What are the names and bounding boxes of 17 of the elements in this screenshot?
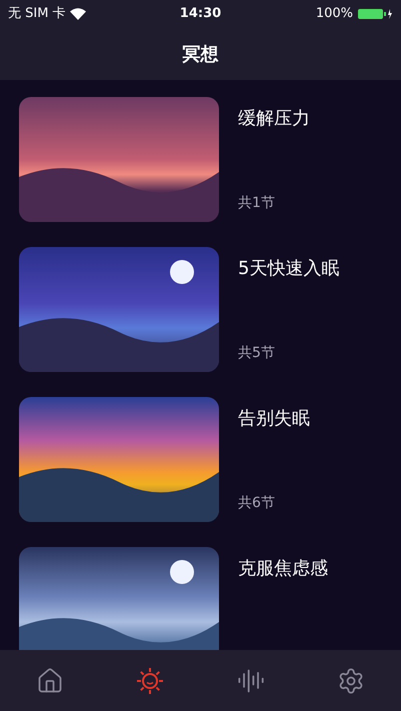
- course-title[interactable]: 缓解压力: [238, 105, 310, 132]
- course-title[interactable]: 5天快速入眠: [238, 255, 340, 282]
- lesson-count: 共5节: [238, 344, 276, 363]
- sound-wave-icon: [236, 666, 265, 694]
- lesson-count: 共6节: [238, 494, 276, 513]
- course-title[interactable]: 克服焦虑感: [238, 555, 328, 582]
- time-label: 14:30: [180, 5, 222, 24]
- battery-label: 100%: [316, 5, 353, 24]
- carrier-label: 无 SIM 卡: [8, 5, 66, 24]
- settings-icon: [336, 666, 365, 694]
- course-title[interactable]: 告别失眠: [238, 405, 310, 432]
- battery-charging-icon: [356, 8, 393, 20]
- wifi-icon: [70, 8, 86, 20]
- page-title: 冥想: [182, 42, 218, 66]
- home-icon: [36, 666, 64, 694]
- lesson-count: 共1节: [238, 194, 276, 213]
- sun-icon: [135, 666, 166, 696]
